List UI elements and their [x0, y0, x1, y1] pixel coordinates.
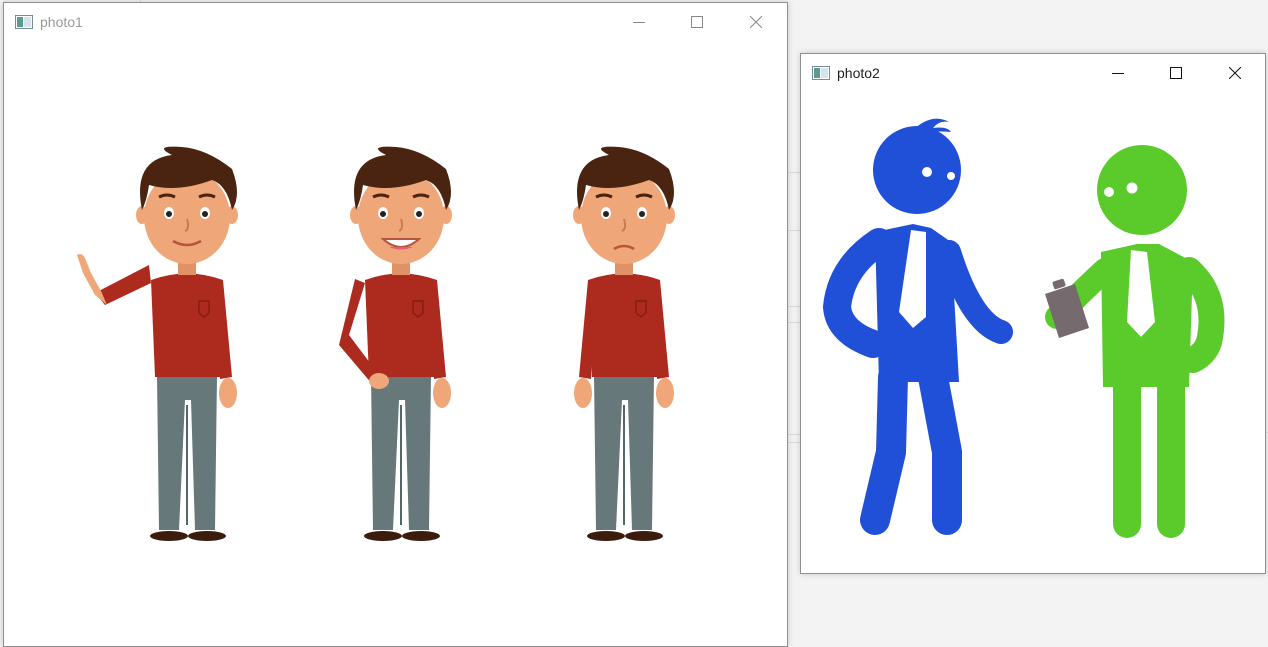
man-waving-figure	[77, 145, 240, 543]
photo2-window[interactable]: photo2	[800, 53, 1266, 574]
cartoon-men-illustration	[77, 145, 677, 543]
window-title: photo2	[837, 65, 880, 81]
close-button[interactable]	[1206, 54, 1264, 92]
minimize-button[interactable]	[610, 3, 668, 41]
man-frowning-figure	[571, 145, 677, 543]
background-line	[787, 434, 801, 435]
minimize-icon	[1112, 73, 1124, 74]
green-stick-figure	[1045, 145, 1225, 538]
maximize-icon	[691, 16, 703, 28]
blue-stick-figure	[822, 118, 1013, 535]
background-line	[787, 306, 801, 307]
background-line	[787, 442, 801, 443]
man-smiling-figure	[339, 145, 454, 543]
window-title: photo1	[40, 14, 83, 30]
maximize-icon	[1170, 67, 1182, 79]
maximize-button[interactable]	[668, 3, 726, 41]
close-icon	[1229, 67, 1241, 79]
background-line	[787, 172, 801, 173]
maximize-button[interactable]	[1147, 54, 1205, 92]
background-line	[787, 230, 801, 231]
minimize-icon	[633, 22, 645, 23]
photo1-canvas	[4, 41, 787, 646]
photo1-window[interactable]: photo1	[3, 2, 788, 647]
close-button[interactable]	[727, 3, 785, 41]
title-bar[interactable]: photo1	[4, 3, 787, 41]
photo2-canvas	[801, 92, 1265, 573]
close-icon	[750, 16, 762, 28]
title-bar[interactable]: photo2	[801, 54, 1265, 92]
image-window-icon	[812, 66, 830, 80]
background-line	[787, 322, 801, 323]
image-window-icon	[15, 15, 33, 29]
stick-figures-illustration	[822, 118, 1225, 538]
minimize-button[interactable]	[1089, 54, 1147, 92]
